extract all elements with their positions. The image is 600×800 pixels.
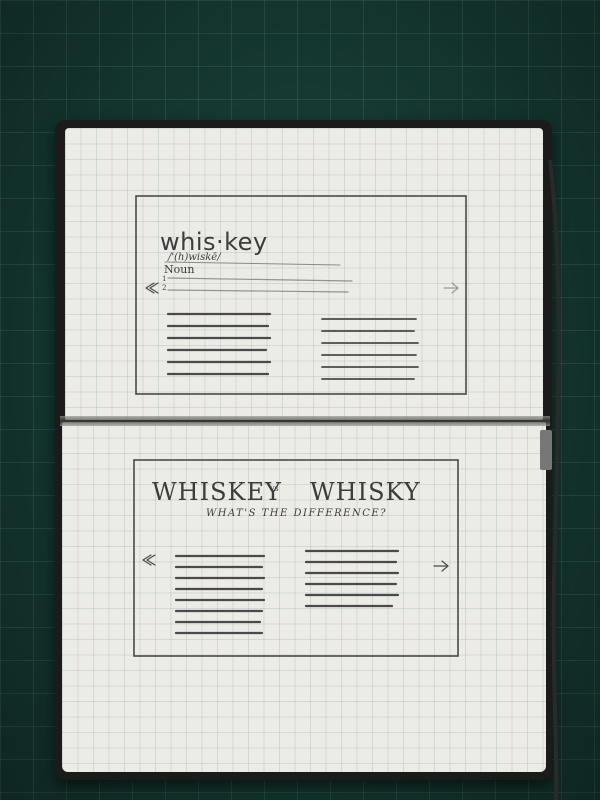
text-lines-left [174, 554, 266, 635]
subtitle-text: WHAT'S THE DIFFERENCE? [206, 508, 388, 519]
next-arrow-icon [443, 282, 459, 294]
text-lines-right [304, 549, 400, 608]
definition-line [167, 289, 349, 293]
text-lines-left [166, 312, 272, 376]
prev-arrow-icon [142, 554, 156, 566]
definition-number-1: 1 [162, 275, 167, 283]
next-arrow-icon [433, 560, 449, 572]
text-lines-right [321, 318, 419, 380]
definition-line [167, 277, 353, 282]
title-word-whisky: WHISKY [310, 478, 421, 506]
pencil-wireframes [133, 195, 467, 657]
definition-number-2: 2 [162, 284, 167, 292]
pronunciation-text: /'(h)wiskē/ [168, 252, 221, 263]
title-word-whiskey: WHISKEY [152, 478, 282, 506]
prev-arrow-icon [145, 282, 159, 294]
wireframe-top-frame [135, 195, 467, 395]
wireframe-top [135, 195, 467, 395]
part-of-speech-label: Noun [164, 263, 195, 276]
versus-label: vs [270, 484, 279, 493]
